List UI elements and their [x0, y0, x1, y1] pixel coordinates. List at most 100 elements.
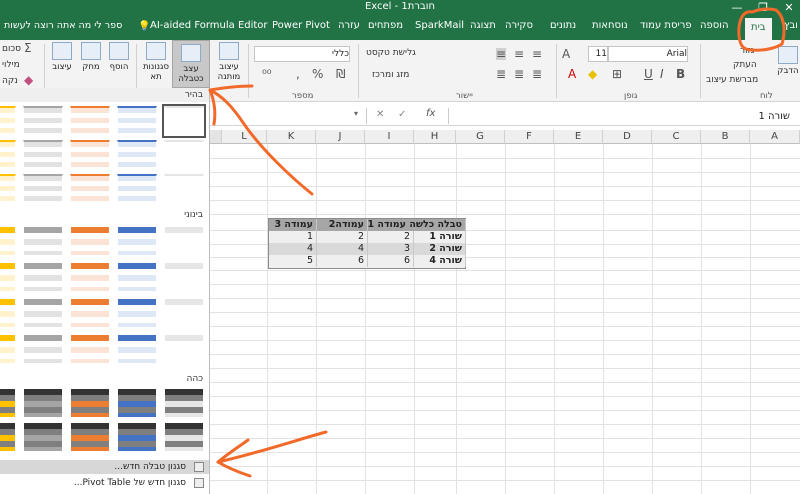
comma-style-icon[interactable]: , [296, 68, 300, 80]
name-box-dropdown-icon[interactable]: ▾ [354, 109, 358, 118]
table-style-swatch[interactable] [117, 106, 157, 136]
table-style-swatch[interactable] [23, 106, 63, 136]
paste-button[interactable]: הדבק [776, 46, 800, 76]
insert-function-icon[interactable]: fx [426, 108, 435, 119]
table-header-cell[interactable]: טבלה כלשה עמודה 1 [368, 219, 466, 231]
font-name-select[interactable]: Arial [608, 46, 688, 62]
table-cell[interactable]: 4 [268, 243, 317, 255]
table-cell[interactable]: 3 [368, 243, 414, 255]
table-style-swatch[interactable] [0, 334, 16, 364]
column-header-c[interactable]: C [652, 130, 701, 144]
bold-icon[interactable]: B [676, 68, 685, 80]
table-style-swatch[interactable] [117, 174, 157, 204]
column-header-b[interactable]: B [701, 130, 750, 144]
table-cell[interactable]: 2 [317, 231, 368, 243]
tell-me-search[interactable]: ספר לי מה אתה רוצה לעשות [4, 20, 122, 31]
table-style-swatch[interactable] [70, 262, 110, 292]
table-style-swatch[interactable] [0, 388, 16, 418]
fill-color-icon[interactable]: ◆ [588, 68, 597, 80]
tab-page-layout[interactable]: פריסת עמוד [640, 20, 692, 31]
table-style-gallery[interactable]: בהיר בינוני כהה סגנון טבלה חדש... סגנון … [0, 88, 210, 494]
worksheet-grid[interactable]: A B C D E F G H I J K L [210, 130, 800, 494]
table-cell[interactable]: שורה 1 [414, 231, 466, 243]
minimize-icon[interactable]: — [726, 0, 748, 16]
column-header-k[interactable]: K [267, 130, 316, 144]
table-style-swatch[interactable] [164, 388, 204, 418]
cut-button[interactable]: גזור [740, 46, 754, 56]
table-style-swatch[interactable] [164, 140, 204, 170]
tab-home[interactable]: בית [745, 18, 772, 40]
accounting-format-icon[interactable]: ₪ [336, 68, 345, 80]
borders-icon[interactable]: ⊞ [612, 68, 622, 80]
table-style-swatch[interactable] [162, 104, 206, 138]
table-style-swatch[interactable] [70, 334, 110, 364]
italic-icon[interactable]: I [660, 68, 664, 80]
conditional-formatting-button[interactable]: עיצוב מותנה [212, 42, 246, 82]
insert-cells-button[interactable]: הוסף [106, 42, 132, 72]
column-header-d[interactable]: D [603, 130, 652, 144]
table-style-swatch[interactable] [117, 140, 157, 170]
cancel-entry-icon[interactable]: ✕ [376, 109, 384, 120]
column-header-g[interactable]: G [456, 130, 505, 144]
confirm-entry-icon[interactable]: ✓ [398, 109, 406, 120]
cell-styles-button[interactable]: סגנונות תא [140, 42, 172, 82]
fill-button[interactable]: מילוי [2, 60, 20, 70]
tab-power-pivot[interactable]: Power Pivot [272, 20, 330, 31]
table-header-cell[interactable]: עמודה2 [317, 219, 368, 231]
tab-file-partial[interactable]: ובץ [784, 20, 798, 31]
table-style-swatch[interactable] [0, 140, 16, 170]
wrap-text-button[interactable]: גלישת טקסט [366, 48, 416, 58]
data-table[interactable]: טבלה כלשה עמודה 1 עמודה2 עמודה 3 שורה 1 … [268, 218, 466, 269]
table-style-swatch[interactable] [23, 262, 63, 292]
table-style-swatch[interactable] [117, 422, 157, 452]
table-cell[interactable]: שורה 2 [414, 243, 466, 255]
table-style-swatch[interactable] [164, 422, 204, 452]
table-style-swatch[interactable] [117, 334, 157, 364]
restore-icon[interactable]: ❐ [752, 0, 774, 16]
table-style-swatch[interactable] [70, 298, 110, 328]
table-style-swatch[interactable] [164, 334, 204, 364]
align-center-icon[interactable]: ≣ [514, 68, 524, 80]
table-style-swatch[interactable] [164, 226, 204, 256]
format-cells-button[interactable]: עיצוב [48, 42, 76, 72]
number-format-select[interactable]: כללי [254, 46, 350, 62]
align-right-icon[interactable]: ≣ [532, 68, 542, 80]
tab-sparkmail[interactable]: SparkMail [415, 20, 464, 31]
tab-ai-formula-editor[interactable]: AI-aided Formula Editor [150, 20, 268, 31]
delete-cells-button[interactable]: מחק [78, 42, 104, 72]
align-middle-icon[interactable]: ≡ [514, 48, 524, 60]
format-as-table-button[interactable]: עצב כטבלה [172, 40, 210, 88]
table-style-swatch[interactable] [23, 334, 63, 364]
increase-font-icon[interactable]: A [562, 48, 570, 60]
format-painter-button[interactable]: מברשת עיצוב [706, 75, 758, 85]
tab-insert[interactable]: הוספה [700, 20, 729, 31]
table-cell[interactable]: 2 [368, 231, 414, 243]
table-style-swatch[interactable] [0, 422, 16, 452]
new-table-style-item[interactable]: סגנון טבלה חדש... [0, 460, 209, 474]
align-left-icon[interactable]: ≣ [496, 68, 506, 80]
font-color-icon[interactable]: A [568, 68, 576, 80]
table-style-swatch[interactable] [70, 422, 110, 452]
tab-data[interactable]: נתונים [550, 20, 576, 31]
column-header-f[interactable]: F [505, 130, 554, 144]
table-style-swatch[interactable] [164, 262, 204, 292]
formula-input[interactable]: שורה 1 [448, 108, 798, 124]
table-style-swatch[interactable] [117, 298, 157, 328]
select-all-corner[interactable] [210, 130, 222, 144]
table-style-swatch[interactable] [0, 226, 16, 256]
clear-button[interactable]: נקה [2, 76, 18, 86]
increase-decimal-icon[interactable]: ⁰⁰ [262, 68, 272, 80]
align-bottom-icon[interactable]: ≡ [496, 48, 507, 60]
font-size-select[interactable]: 11 [588, 46, 608, 62]
tab-review[interactable]: סקירה [505, 20, 533, 31]
table-cell[interactable]: 6 [368, 255, 414, 267]
column-header-e[interactable]: E [554, 130, 603, 144]
table-cell[interactable]: 4 [317, 243, 368, 255]
close-icon[interactable]: ✕ [778, 0, 800, 16]
table-cell[interactable]: שורה 4 [414, 255, 466, 267]
table-cell[interactable]: 5 [268, 255, 317, 267]
table-style-swatch[interactable] [23, 388, 63, 418]
table-header-cell[interactable]: עמודה 3 [268, 219, 317, 231]
table-style-swatch[interactable] [117, 262, 157, 292]
table-style-swatch[interactable] [164, 298, 204, 328]
